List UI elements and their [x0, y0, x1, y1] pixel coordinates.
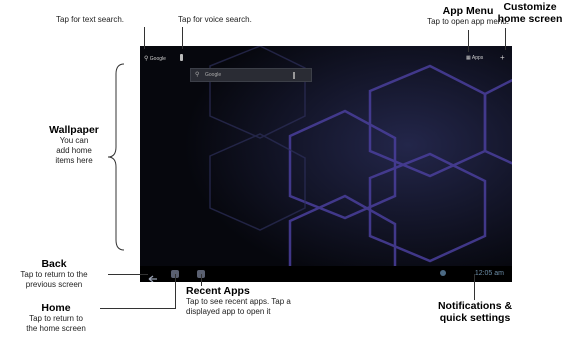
- leader-line: [182, 27, 183, 49]
- callout-customize: Customize home screen: [497, 1, 563, 25]
- callout-text-search: Tap for text search.: [56, 15, 125, 24]
- apps-label: Apps: [471, 55, 484, 61]
- leader-line: [468, 30, 469, 52]
- apps-grid-icon: ▦: [466, 55, 471, 61]
- apps-button[interactable]: ▦ Apps: [466, 55, 483, 61]
- google-text-search[interactable]: ⚲ Google: [144, 55, 166, 62]
- back-button[interactable]: [148, 270, 157, 282]
- callout-home: Home Tap to return to the home screen: [26, 302, 86, 333]
- leader-line: [505, 28, 506, 50]
- leader-line: [474, 274, 475, 300]
- mic-icon[interactable]: [293, 72, 295, 79]
- tablet-home-screen: ⚲ Google ▦ Apps + ⚲ Google 12:05 am: [140, 46, 512, 282]
- wifi-icon[interactable]: [440, 270, 446, 276]
- callout-notifications: Notifications & quick settings: [437, 300, 513, 324]
- leader-line: [144, 27, 145, 49]
- callout-back: Back Tap to return to the previous scree…: [20, 258, 88, 289]
- google-search-widget[interactable]: ⚲ Google: [190, 68, 312, 82]
- leader-line: [100, 308, 175, 309]
- leader-line: [108, 274, 148, 275]
- callout-wallpaper: Wallpaper You can add home items here: [49, 124, 99, 165]
- status-clock[interactable]: 12:05 am: [475, 270, 504, 277]
- search-icon: ⚲: [144, 56, 149, 62]
- search-widget-text: Google: [205, 72, 222, 78]
- system-bar: 12:05 am: [140, 266, 512, 282]
- callout-recent-apps: Recent Apps Tap to see recent apps. Tap …: [186, 285, 291, 316]
- leader-line: [201, 274, 202, 286]
- wallpaper-brace: [107, 63, 125, 251]
- leader-line: [175, 274, 176, 309]
- plus-icon[interactable]: +: [500, 53, 505, 62]
- google-search-label: Google: [149, 56, 166, 62]
- callout-voice-search: Tap for voice search.: [178, 15, 252, 24]
- search-icon: ⚲: [195, 72, 200, 78]
- back-icon: [148, 275, 157, 282]
- mic-icon[interactable]: [180, 54, 183, 61]
